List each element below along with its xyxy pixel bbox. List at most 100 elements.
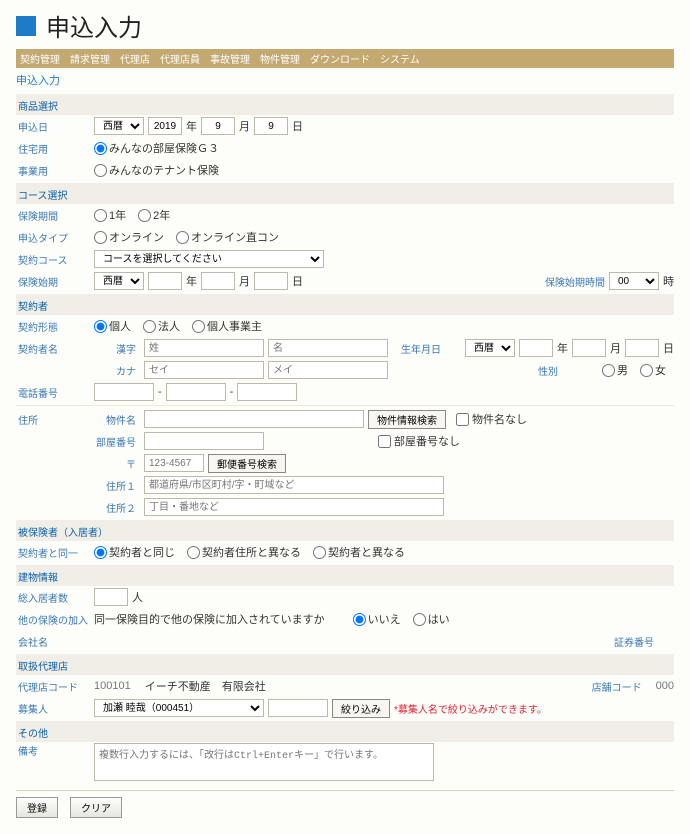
label-contract-course: 契約コース (16, 252, 94, 267)
apply-date-day[interactable] (254, 117, 288, 135)
menu-item[interactable]: 請求管理 (70, 51, 110, 66)
month-suffix: 月 (610, 340, 621, 356)
label-policy-no: 証券番号 (614, 634, 674, 649)
period-2y-radio[interactable] (138, 209, 151, 222)
menu-item[interactable]: システム (380, 51, 420, 66)
year-suffix: 年 (186, 118, 197, 134)
label-kana: カナ (94, 363, 144, 378)
gender-f-radio[interactable] (640, 364, 653, 377)
menubar: 契約管理 請求管理 代理店 代理店員 事故管理 物件管理 ダウンロード システム (16, 49, 674, 68)
addr2-input[interactable] (144, 498, 444, 516)
occupants-input[interactable] (94, 588, 128, 606)
month-suffix: 月 (239, 118, 250, 134)
other-ins-question: 同一保険目的で他の保険に加入されていますか (94, 611, 325, 627)
recruiter-select[interactable]: 加瀬 睦哉（000451） (94, 699, 264, 717)
no-building-check[interactable] (456, 413, 469, 426)
postal-input[interactable] (144, 454, 204, 472)
other-ins-yes-label: はい (428, 611, 450, 627)
menu-item[interactable]: ダウンロード (310, 51, 370, 66)
start-date-month[interactable] (201, 272, 235, 290)
menu-item[interactable]: 代理店員 (160, 51, 200, 66)
product-residential-radio[interactable] (94, 142, 107, 155)
contract-course-select[interactable]: コースを選択してください (94, 250, 324, 268)
recruiter-filter-button[interactable]: 絞り込み (332, 699, 390, 718)
product-business-label: みんなのテナント保険 (109, 162, 219, 178)
label-recruiter: 募集人 (16, 701, 94, 716)
period-1y-label: 1年 (109, 207, 126, 223)
start-date-year[interactable] (148, 272, 182, 290)
cf-corporate-label: 法人 (158, 318, 180, 334)
occupants-suffix: 人 (132, 589, 143, 605)
section-agency: 取扱代理店 (16, 654, 674, 675)
start-date-era[interactable]: 西暦 (94, 272, 144, 290)
period-1y-radio[interactable] (94, 209, 107, 222)
start-time-select[interactable]: 00 (609, 272, 659, 290)
other-ins-no-label: いいえ (368, 611, 401, 627)
page-title-row: 申込入力 (16, 8, 674, 43)
apply-date-era[interactable]: 西暦 (94, 117, 144, 135)
clear-button[interactable]: クリア (70, 797, 122, 818)
label-room-no: 部屋番号 (94, 434, 144, 449)
other-ins-yes-radio[interactable] (413, 613, 426, 626)
apply-date-month[interactable] (201, 117, 235, 135)
building-name-input[interactable] (144, 410, 364, 428)
menu-item[interactable]: 代理店 (120, 51, 150, 66)
remarks-input[interactable] (94, 743, 434, 781)
same-opt2-radio[interactable] (187, 546, 200, 559)
cf-individual-radio[interactable] (94, 320, 107, 333)
gender-f-label: 女 (655, 362, 666, 378)
apply-type-direct-label: オンライン直コン (191, 229, 279, 245)
product-business-radio[interactable] (94, 164, 107, 177)
label-contract-form: 契約形態 (16, 319, 94, 334)
label-apply-date: 申込日 (16, 119, 94, 134)
cf-corporate-radio[interactable] (143, 320, 156, 333)
start-date-day[interactable] (254, 272, 288, 290)
birth-year[interactable] (519, 339, 553, 357)
room-no-input[interactable] (144, 432, 264, 450)
same-opt2-label: 契約者住所と異なる (202, 544, 301, 560)
menu-item[interactable]: 物件管理 (260, 51, 300, 66)
gender-m-label: 男 (617, 362, 628, 378)
birth-day[interactable] (625, 339, 659, 357)
section-product: 商品選択 (16, 94, 674, 115)
same-opt1-radio[interactable] (94, 546, 107, 559)
addr1-input[interactable] (144, 476, 444, 494)
year-suffix: 年 (557, 340, 568, 356)
gender-m-radio[interactable] (602, 364, 615, 377)
label-store-code: 店舗コード (592, 679, 652, 694)
postal-lookup-button[interactable]: 郵便番号検索 (208, 454, 286, 473)
other-ins-no-radio[interactable] (353, 613, 366, 626)
label-other-ins: 他の保険の加入 (16, 612, 94, 627)
menu-item[interactable]: 契約管理 (20, 51, 60, 66)
apply-date-year[interactable] (148, 117, 182, 135)
label-occupants: 総入居者数 (16, 590, 94, 605)
no-room-check[interactable] (378, 435, 391, 448)
store-code-value: 000 (656, 680, 674, 692)
name-sei[interactable] (144, 339, 264, 357)
name-mei-kana[interactable] (268, 361, 388, 379)
recruiter-filter-input[interactable] (268, 699, 328, 717)
same-opt3-radio[interactable] (313, 546, 326, 559)
phone-2[interactable] (166, 383, 226, 401)
month-suffix: 月 (239, 273, 250, 289)
building-lookup-button[interactable]: 物件情報検索 (368, 410, 446, 429)
label-same-as: 契約者と同一 (16, 545, 94, 560)
name-sei-kana[interactable] (144, 361, 264, 379)
no-building-label: 物件名なし (472, 411, 527, 427)
cf-sole-radio[interactable] (192, 320, 205, 333)
apply-type-online-radio[interactable] (94, 231, 107, 244)
recruiter-filter-note: *募集人名で絞り込みができます。 (394, 701, 547, 716)
label-postal: 〒 (94, 456, 144, 471)
label-period: 保険期間 (16, 208, 94, 223)
phone-3[interactable] (237, 383, 297, 401)
same-opt3-label: 契約者と異なる (328, 544, 405, 560)
register-button[interactable]: 登録 (16, 797, 58, 818)
birth-era[interactable]: 西暦 (465, 339, 515, 357)
phone-1[interactable] (94, 383, 154, 401)
day-suffix: 日 (663, 340, 674, 356)
name-mei[interactable] (268, 339, 388, 357)
apply-type-direct-radio[interactable] (176, 231, 189, 244)
menu-item[interactable]: 事故管理 (210, 51, 250, 66)
birth-month[interactable] (572, 339, 606, 357)
section-building: 建物情報 (16, 565, 674, 586)
